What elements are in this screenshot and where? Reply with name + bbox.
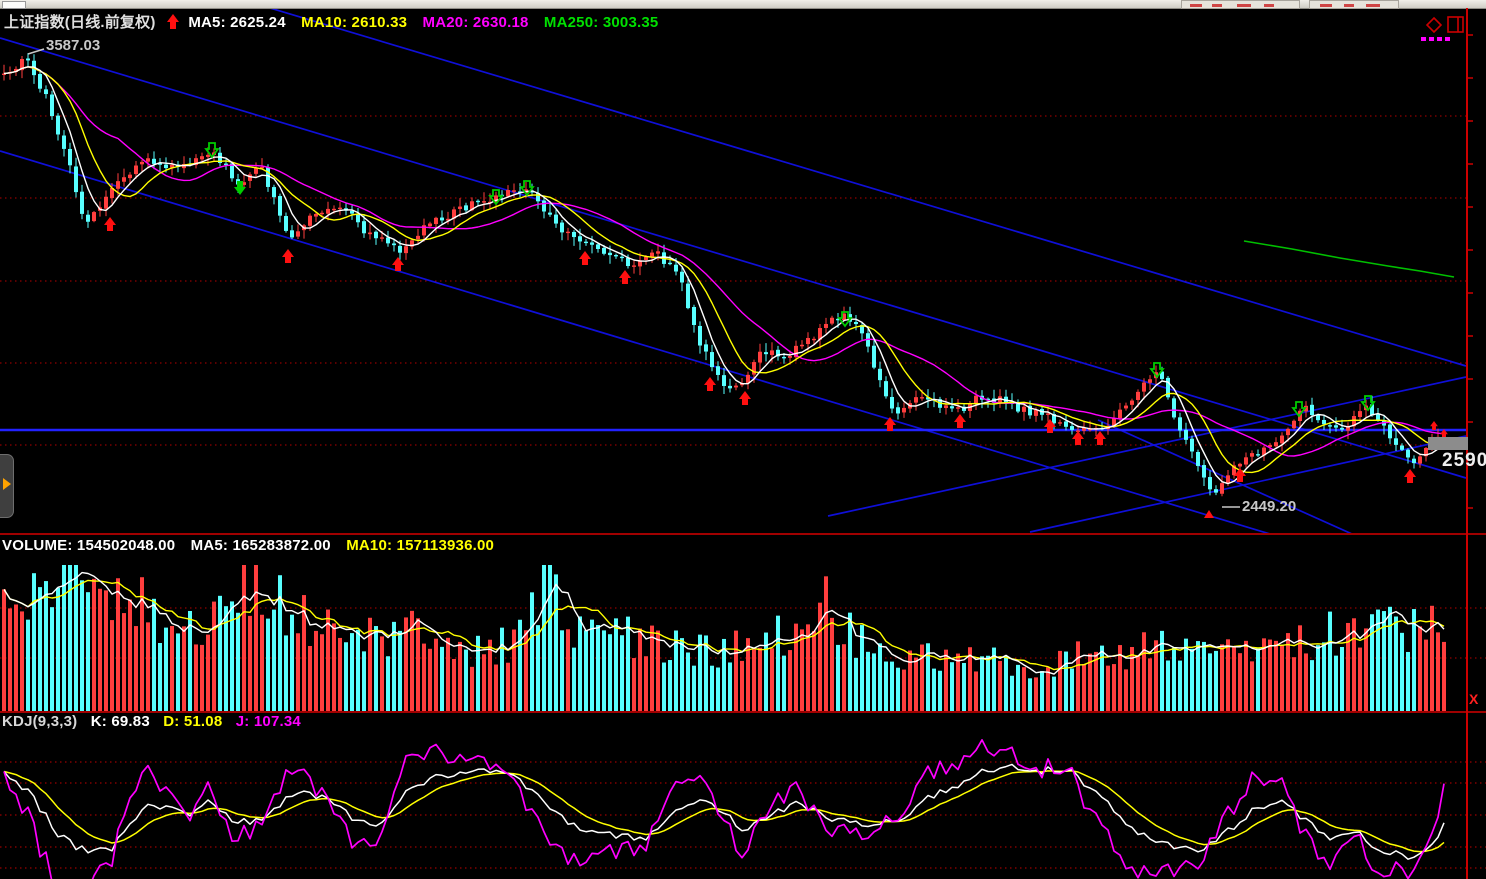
up-arrow-icon — [166, 14, 180, 30]
panel-expand-handle[interactable] — [0, 454, 14, 518]
low-price-label: 2449.20 — [1242, 498, 1296, 515]
ma20-value: MA20: 2630.18 — [423, 14, 529, 31]
main-price-pane[interactable] — [0, 8, 1467, 534]
volume-ma5-value: MA5: 165283872.00 — [191, 537, 331, 554]
volume-pane[interactable] — [0, 565, 1486, 711]
chart-canvas[interactable] — [0, 0, 1486, 879]
magenta-dots-icon — [1421, 37, 1450, 41]
kdj-pane[interactable] — [0, 740, 1486, 879]
kdj-j-value: J: 107.34 — [236, 713, 301, 730]
ma5-value: MA5: 2625.24 — [188, 14, 285, 31]
ma250-value: MA250: 3003.35 — [544, 14, 659, 31]
trading-app-window: 上证指数(日线.前复权) MA5: 2625.24 MA10: 2610.33 … — [0, 0, 1486, 879]
volume-header: VOLUME: 154502048.00 MA5: 165283872.00 M… — [2, 537, 494, 555]
symbol-title: 上证指数(日线.前复权) — [4, 14, 156, 31]
last-price-label: 2590 — [1442, 450, 1486, 472]
ma10-value: MA10: 2610.33 — [301, 14, 407, 31]
volume-ma10-value: MA10: 157113936.00 — [346, 537, 494, 554]
kdj-header: KDJ(9,3,3) K: 69.83 D: 51.08 J: 107.34 — [2, 713, 301, 731]
kdj-title: KDJ(9,3,3) — [2, 713, 77, 730]
volume-value: VOLUME: 154502048.00 — [2, 537, 175, 554]
window-icon[interactable] — [1448, 17, 1463, 32]
expand-arrow-icon — [3, 478, 11, 490]
kdj-d-value: D: 51.08 — [163, 713, 222, 730]
main-chart-header: 上证指数(日线.前复权) MA5: 2625.24 MA10: 2610.33 … — [4, 14, 658, 32]
diamond-icon[interactable] — [1427, 18, 1441, 32]
kdj-k-value: K: 69.83 — [91, 713, 150, 730]
close-indicator-button[interactable]: X — [1469, 691, 1478, 707]
high-price-label: 3587.03 — [46, 37, 100, 54]
